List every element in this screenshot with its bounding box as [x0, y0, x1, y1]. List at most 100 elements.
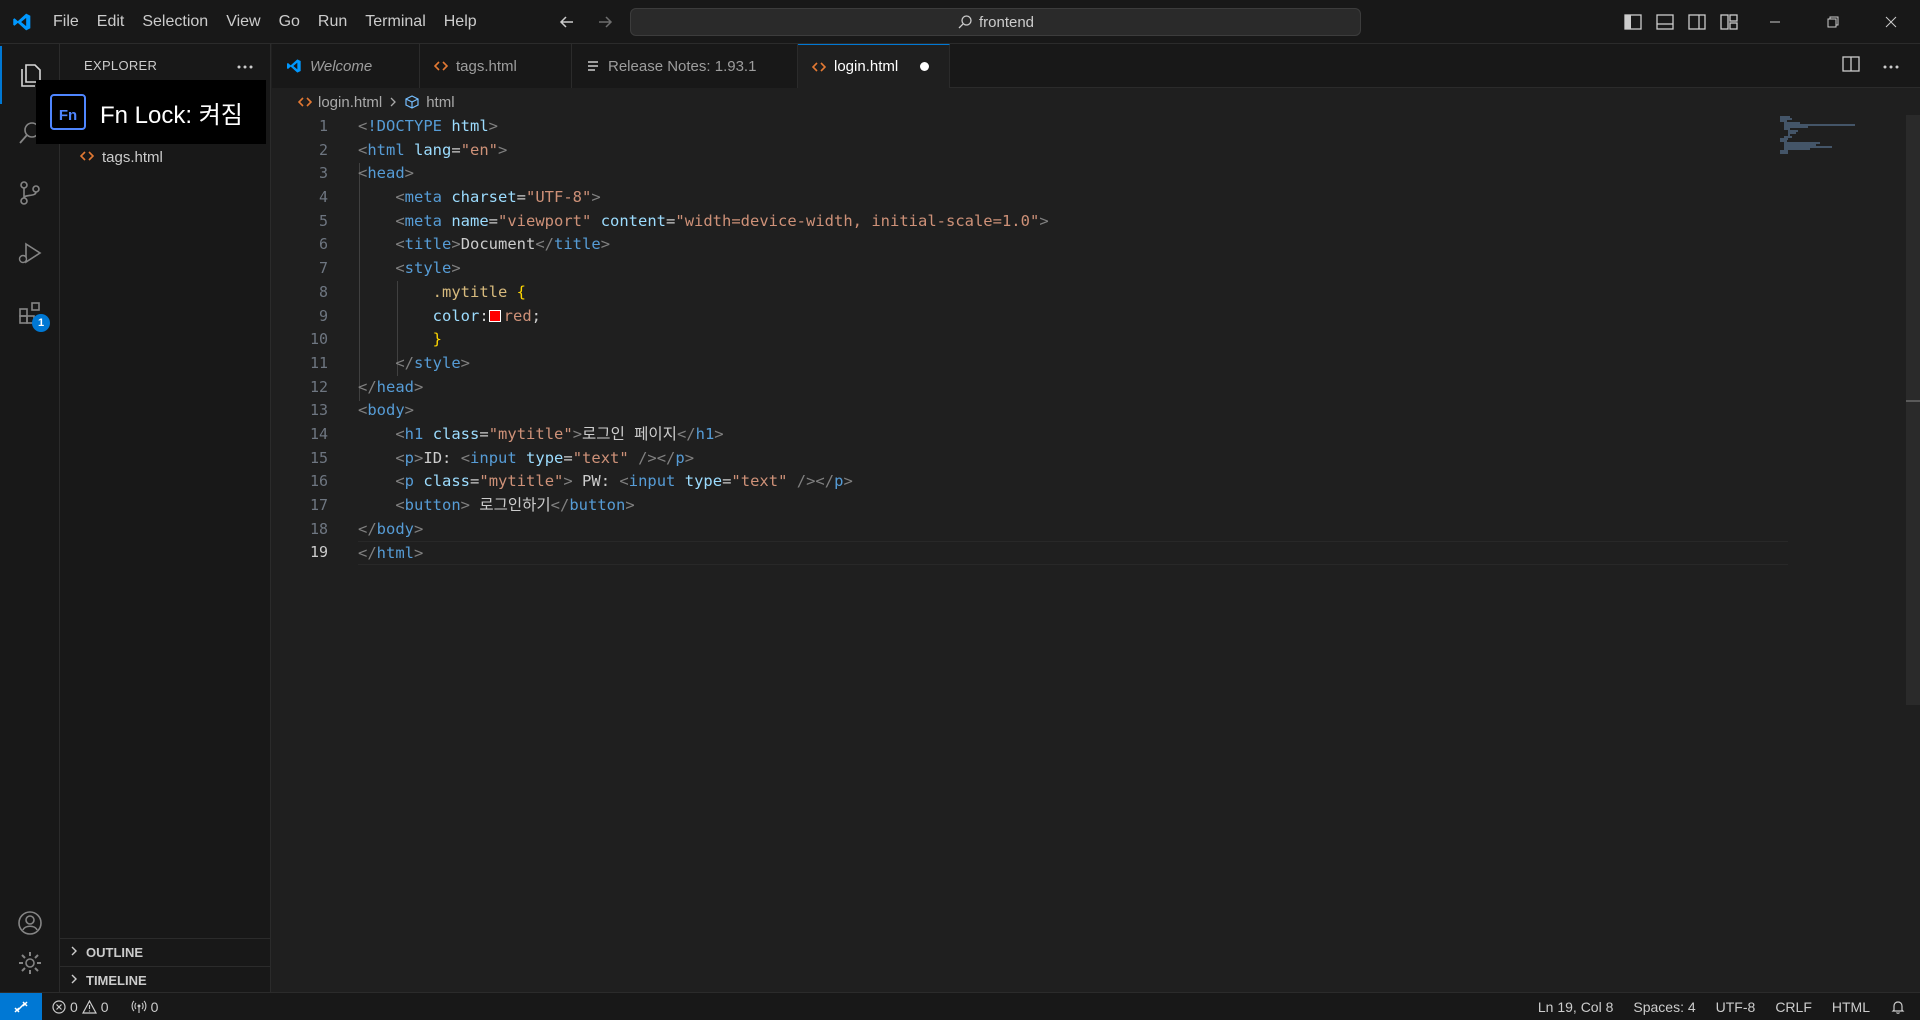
cursor-position[interactable]: Ln 19, Col 8: [1538, 999, 1614, 1015]
restore-icon[interactable]: [1804, 0, 1862, 44]
run-debug-icon[interactable]: [0, 224, 60, 282]
html-file-icon: [79, 149, 95, 166]
tab-label: login.html: [834, 58, 899, 75]
more-actions-icon[interactable]: [1882, 57, 1900, 75]
tab-label: Release Notes: 1.93.1: [608, 57, 757, 75]
extensions-icon[interactable]: 1: [0, 284, 60, 342]
split-editor-icon[interactable]: [1842, 55, 1860, 77]
code-line: <h1 class="mytitle">로그인 페이지</h1>: [395, 424, 724, 443]
code-line: <p class="mytitle"> PW: <input type="tex…: [395, 472, 853, 491]
line-number: 1: [318, 117, 328, 135]
sidebar-title: EXPLORER: [84, 57, 158, 73]
manage-gear-icon[interactable]: [0, 934, 60, 992]
back-arrow-icon[interactable]: [556, 11, 578, 33]
indentation[interactable]: Spaces: 4: [1633, 999, 1695, 1015]
color-swatch[interactable]: [488, 309, 501, 322]
chevron-right-icon: [390, 97, 397, 107]
outline-section[interactable]: OUTLINE: [60, 938, 271, 966]
toggle-secondary-sidebar-icon[interactable]: [1686, 11, 1708, 33]
code-line: <body>: [358, 401, 415, 420]
line-number: 10: [309, 330, 328, 349]
code-line: </head>: [358, 377, 424, 396]
html-icon: [434, 61, 448, 71]
line-number: 17: [309, 496, 328, 514]
code-line: <meta charset="UTF-8">: [395, 188, 601, 207]
line-ending[interactable]: CRLF: [1775, 999, 1812, 1015]
breadcrumb: login.html html: [272, 89, 1920, 115]
tab-label: Welcome: [310, 57, 373, 75]
minimap[interactable]: [1780, 115, 1870, 175]
code-line: <head>: [358, 164, 415, 183]
line-number: 13: [309, 401, 328, 420]
menu-file[interactable]: File: [44, 0, 88, 44]
line-number: 19: [309, 543, 328, 562]
chevron-right-icon: [68, 973, 80, 988]
command-center-search[interactable]: frontend: [630, 8, 1361, 36]
error-count: 0: [70, 998, 78, 1015]
more-actions-icon[interactable]: [236, 58, 254, 73]
title-bar: File Edit Selection View Go Run Terminal…: [0, 0, 1920, 44]
line-number: 4: [318, 188, 328, 207]
forward-arrow-icon[interactable]: [594, 11, 616, 33]
tab-welcome[interactable]: Welcome: [272, 44, 420, 88]
line-number: 5: [318, 211, 328, 230]
code-line: }: [432, 330, 442, 349]
line-number: 15: [309, 448, 328, 467]
tab-login-html[interactable]: login.html: [798, 44, 950, 88]
tab-tags-html[interactable]: tags.html: [420, 44, 572, 88]
timeline-section[interactable]: TIMELINE: [60, 966, 271, 994]
toggle-panel-icon[interactable]: [1654, 11, 1676, 33]
minimize-icon[interactable]: [1746, 0, 1804, 44]
html-icon: [298, 97, 312, 107]
customize-layout-icon[interactable]: [1718, 11, 1740, 33]
language-mode[interactable]: HTML: [1832, 999, 1870, 1015]
release-notes-icon: [588, 61, 598, 71]
symbol-element-icon: [405, 95, 419, 109]
editor-actions: [1842, 44, 1920, 88]
warning-count: 0: [100, 998, 109, 1015]
fn-lock-notification: Fn Fn Lock: 켜짐: [36, 80, 266, 144]
source-control-icon[interactable]: [0, 164, 60, 222]
code-area[interactable]: <!DOCTYPE html> <html lang="en"> <head> …: [358, 115, 1788, 566]
problems-indicator[interactable]: 0 0 0: [42, 999, 158, 1015]
line-number: 12: [309, 377, 328, 396]
menu-selection[interactable]: Selection: [133, 0, 217, 44]
breadcrumb-file[interactable]: login.html: [318, 94, 382, 111]
code-editor[interactable]: 1 2 3 4 5 6 7 8 9 10 11 12 13 14 15 16 17 18 19 <!DOCTYPE …: [272, 115, 1920, 992]
line-number: 6: [318, 235, 328, 254]
ports-broadcast-icon: [131, 1000, 147, 1013]
code-line: <style>: [395, 259, 461, 278]
warning-icon: [81, 999, 97, 1014]
encoding[interactable]: UTF-8: [1716, 999, 1756, 1015]
file-item-tags-html[interactable]: tags.html: [60, 144, 271, 170]
status-right-items: Ln 19, Col 8 Spaces: 4 UTF-8 CRLF HTML: [1538, 993, 1906, 1020]
code-line: <html lang="en">: [358, 140, 508, 159]
code-line-current: </html>: [358, 541, 1788, 566]
notifications-bell-icon[interactable]: [1890, 999, 1906, 1015]
editor-tabs: Welcome tags.html Release Notes: 1.93.1 …: [272, 44, 1920, 88]
remote-indicator-icon[interactable]: [0, 992, 42, 1020]
line-number: 8: [318, 282, 328, 301]
unsaved-dot-icon[interactable]: [920, 62, 930, 71]
menu-edit[interactable]: Edit: [88, 0, 134, 44]
breadcrumb-symbol[interactable]: html: [426, 94, 454, 111]
menu-view[interactable]: View: [217, 0, 269, 44]
line-number: 16: [309, 472, 328, 491]
line-number: 7: [318, 259, 328, 278]
menu-terminal[interactable]: Terminal: [356, 0, 434, 44]
vertical-scrollbar[interactable]: [1906, 115, 1920, 705]
menu-bar: File Edit Selection View Go Run Terminal…: [44, 0, 486, 44]
extensions-badge: 1: [32, 314, 50, 332]
search-icon: [958, 15, 972, 29]
menu-run[interactable]: Run: [309, 0, 356, 44]
search-text: frontend: [978, 13, 1035, 31]
menu-help[interactable]: Help: [435, 0, 486, 44]
menu-go[interactable]: Go: [270, 0, 309, 44]
vscode-icon: [287, 59, 301, 73]
code-line: .mytitle {: [432, 282, 526, 301]
close-icon[interactable]: [1862, 0, 1920, 44]
toggle-primary-sidebar-icon[interactable]: [1622, 11, 1644, 33]
tab-release-notes[interactable]: Release Notes: 1.93.1: [572, 44, 798, 88]
code-line: color: red;: [432, 306, 542, 325]
vscode-logo-icon: [0, 0, 44, 44]
